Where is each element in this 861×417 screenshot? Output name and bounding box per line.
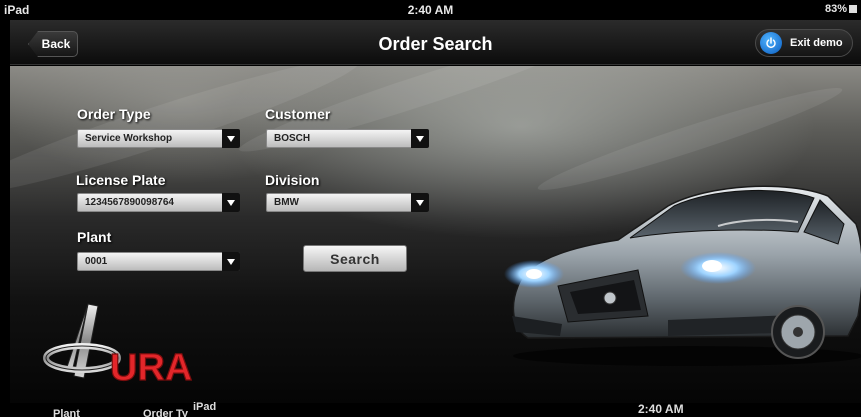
order-type-select[interactable]: Service Workshop — [77, 129, 240, 148]
license-plate-label: License Plate — [76, 172, 166, 188]
battery-icon — [849, 5, 857, 13]
search-button[interactable]: Search — [303, 245, 407, 272]
customer-value: BOSCH — [274, 133, 311, 144]
plant-value: 0001 — [85, 256, 108, 267]
logo-wordmark: URA — [110, 347, 192, 389]
division-select[interactable]: BMW — [266, 193, 429, 212]
car-image — [498, 166, 861, 366]
plant-label: Plant — [77, 229, 112, 245]
status-bar: iPad 2:40 AM 83% — [0, 0, 861, 20]
license-plate-select[interactable]: 1234567890098764 — [77, 193, 240, 212]
search-form-area: Order Type Service Workshop Customer BOS… — [10, 66, 861, 403]
power-icon — [760, 32, 782, 54]
chevron-down-icon — [411, 193, 429, 212]
customer-label: Customer — [265, 106, 331, 122]
division-value: BMW — [274, 197, 299, 208]
aura-logo: URA — [40, 300, 230, 390]
aura-logo-mark: URA — [43, 303, 193, 390]
order-type-label: Order Type — [77, 106, 151, 122]
customer-select[interactable]: BOSCH — [266, 129, 429, 148]
exit-demo-label: Exit demo — [790, 37, 843, 49]
chevron-down-icon — [411, 129, 429, 148]
chevron-down-icon — [222, 129, 240, 148]
plant-column-header: Plant — [53, 408, 80, 417]
clock: 2:40 AM — [638, 402, 684, 416]
exit-demo-button[interactable]: Exit demo — [755, 29, 853, 57]
battery-percent: 83% — [824, 3, 847, 15]
device-name: iPad — [193, 401, 217, 413]
battery-indicator: 83% — [825, 3, 857, 15]
division-label: Division — [265, 172, 320, 188]
clock: 2:40 AM — [407, 3, 454, 17]
overlay-strip: Plant Order Ty iPad 2:40 AM — [0, 401, 861, 417]
order-type-value: Service Workshop — [85, 133, 173, 144]
page-title: Order Search — [378, 34, 493, 54]
navigation-bar: Back Order Search Exit demo — [10, 20, 861, 65]
plant-select[interactable]: 0001 — [77, 252, 240, 271]
chevron-down-icon — [222, 193, 240, 212]
order-type-column-header: Order Ty — [143, 408, 189, 417]
left-edge — [0, 20, 10, 403]
license-plate-value: 1234567890098764 — [85, 197, 174, 208]
chevron-down-icon — [222, 252, 240, 271]
